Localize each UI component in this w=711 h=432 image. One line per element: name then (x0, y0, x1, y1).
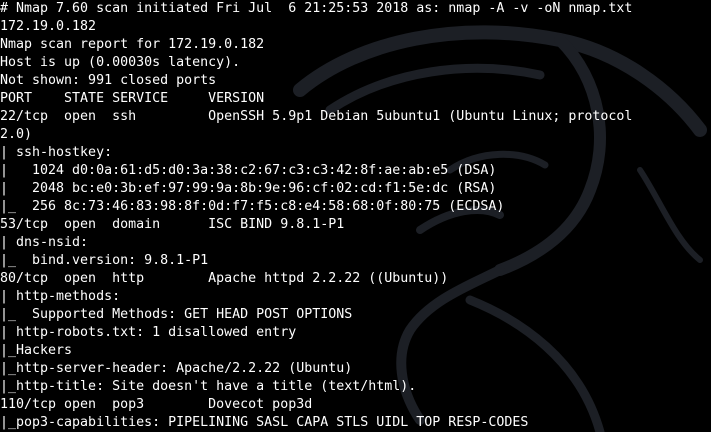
terminal-line: 22/tcp open ssh OpenSSH 5.9p1 Debian 5ub… (0, 109, 633, 124)
terminal-line: | http-methods: (0, 289, 121, 304)
terminal-line: 110/tcp open pop3 Dovecot pop3d (0, 397, 313, 412)
terminal-line: Host is up (0.00030s latency). (0, 55, 241, 70)
terminal-line: Nmap scan report for 172.19.0.182 (0, 37, 265, 52)
terminal-line: | http-robots.txt: 1 disallowed entry (0, 325, 297, 340)
terminal-line: |_Hackers (0, 343, 73, 358)
terminal-line: 2.0) (0, 127, 33, 142)
terminal-line: PORT STATE SERVICE VERSION (0, 91, 265, 106)
terminal-line: |_ bind.version: 9.8.1-P1 (0, 253, 209, 268)
terminal-line: 172.19.0.182 (0, 19, 97, 34)
terminal-line: |_ Supported Methods: GET HEAD POST OPTI… (0, 307, 353, 322)
terminal-line: |_http-server-header: Apache/2.2.22 (Ubu… (0, 361, 353, 376)
terminal-line: | 2048 bc:e0:3b:ef:97:99:9a:8b:9e:96:cf:… (0, 181, 497, 196)
terminal-line: 80/tcp open http Apache httpd 2.2.22 ((U… (0, 271, 449, 286)
terminal-window[interactable]: # Nmap 7.60 scan initiated Fri Jul 6 21:… (0, 0, 711, 432)
terminal-line: |_pop3-capabilities: PIPELINING SASL CAP… (0, 415, 529, 430)
terminal-line: Not shown: 991 closed ports (0, 73, 217, 88)
terminal-line: | 1024 d0:0a:61:d5:d0:3a:38:c2:67:c3:c3:… (0, 163, 497, 178)
terminal-line: |_ 256 8c:73:46:83:98:8f:0d:f7:f5:c8:e4:… (0, 199, 505, 214)
terminal-output[interactable]: # Nmap 7.60 scan initiated Fri Jul 6 21:… (0, 0, 711, 432)
terminal-line: 53/tcp open domain ISC BIND 9.8.1-P1 (0, 217, 345, 232)
terminal-line: | ssh-hostkey: (0, 145, 113, 160)
terminal-line: | dns-nsid: (0, 235, 89, 250)
terminal-line: |_http-title: Site doesn't have a title … (0, 379, 417, 394)
terminal-line: # Nmap 7.60 scan initiated Fri Jul 6 21:… (0, 1, 633, 16)
